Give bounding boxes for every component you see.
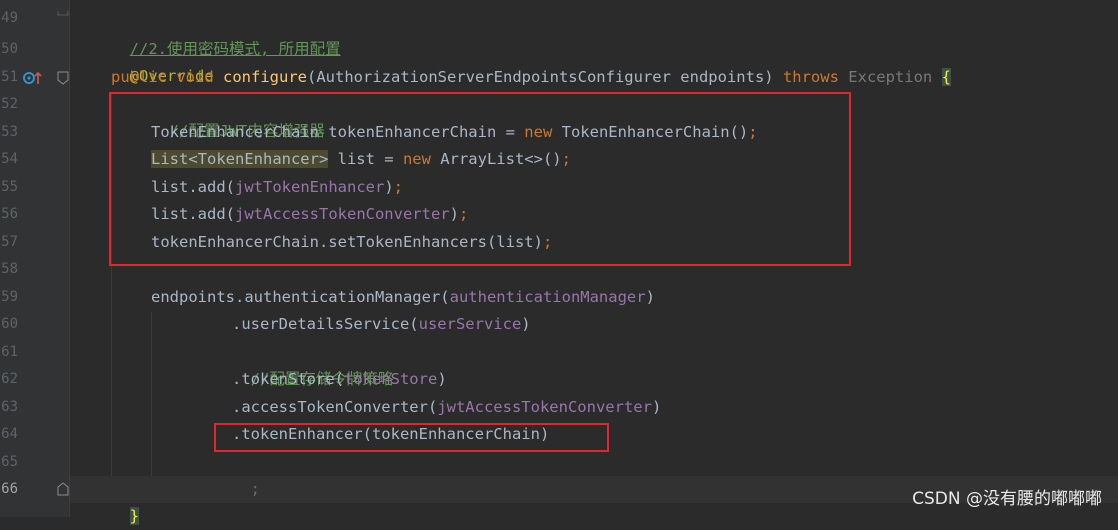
code-line-63: .accessTokenConverter(jwtAccessTokenConv… — [232, 394, 661, 421]
code-line-62: .tokenStore(tokenStore) — [232, 366, 447, 393]
line-number-59[interactable]: 59 — [0, 289, 18, 305]
parameters: (AuthorizationServerEndpointsConfigurer … — [307, 68, 783, 86]
line-number-53[interactable]: 53 — [0, 124, 18, 140]
line-number-66[interactable]: 66 — [0, 481, 18, 497]
code-text: ) — [437, 370, 447, 388]
method-name: configure — [223, 68, 308, 86]
code-line-49: //2.使用密码模式, 所用配置 — [111, 9, 341, 58]
line-number-55[interactable]: 55 — [0, 179, 18, 195]
highlight-box-token-enhancer — [214, 423, 609, 452]
code-text: endpoints.authenticationManager( — [151, 288, 450, 306]
brace: { — [941, 68, 951, 86]
indent-guide — [151, 312, 152, 476]
override-method-icon[interactable] — [22, 70, 44, 86]
keyword: throws — [782, 68, 839, 86]
line-number-56[interactable]: 56 — [0, 206, 18, 222]
code-line-66: } — [111, 476, 140, 525]
line-number-62[interactable]: 62 — [0, 371, 18, 387]
code-line-65: ; — [232, 449, 260, 498]
line-number-61[interactable]: 61 — [0, 344, 18, 360]
code-text: .tokenStore( — [232, 370, 344, 388]
line-number-60[interactable]: 60 — [0, 316, 18, 332]
field-ref: jwtAccessTokenConverter — [437, 398, 652, 416]
code-text: ) — [645, 288, 655, 306]
field-ref: tokenStore — [343, 370, 438, 388]
code-text: .userDetailsService( — [232, 315, 419, 333]
semicolon: ; — [250, 480, 261, 498]
fold-end-marker-top-icon — [57, 11, 69, 16]
code-line-51: public void configure(AuthorizationServe… — [111, 64, 951, 91]
code-line-60: .userDetailsService(userService) — [232, 311, 531, 338]
line-number-50[interactable]: 50 — [0, 41, 18, 57]
line-number-65[interactable]: 65 — [0, 454, 18, 470]
line-number-49[interactable]: 49 — [0, 10, 18, 26]
code-line-50: @Override — [111, 36, 214, 85]
line-number-57[interactable]: 57 — [0, 234, 18, 250]
code-text: ) — [651, 398, 662, 416]
line-number-51[interactable]: 51 — [0, 69, 18, 85]
code-line-59: endpoints.authenticationManager(authenti… — [151, 284, 655, 311]
watermark: CSDN @没有腰的嘟嘟嘟 — [912, 489, 1102, 509]
keyword: void — [176, 68, 214, 86]
exception-type: Exception — [848, 68, 933, 86]
highlight-box-enhancer-chain — [109, 92, 851, 266]
code-text: ) — [521, 315, 531, 333]
line-number-52[interactable]: 52 — [0, 96, 18, 112]
code-text: .accessTokenConverter( — [232, 398, 438, 416]
fold-marker-icon[interactable] — [57, 71, 69, 85]
code-line-61: //配置存储令牌策略 — [232, 339, 394, 388]
brace: } — [129, 507, 140, 525]
line-number-63[interactable]: 63 — [0, 399, 18, 415]
fold-end-marker-icon[interactable] — [57, 482, 69, 496]
gutter-separator — [69, 0, 70, 517]
line-number-54[interactable]: 54 — [0, 151, 18, 167]
line-number-58[interactable]: 58 — [0, 261, 18, 277]
field-ref: authenticationManager — [449, 288, 646, 306]
keyword: public — [111, 68, 167, 86]
line-number-64[interactable]: 64 — [0, 426, 18, 442]
field-ref: userService — [418, 315, 522, 333]
